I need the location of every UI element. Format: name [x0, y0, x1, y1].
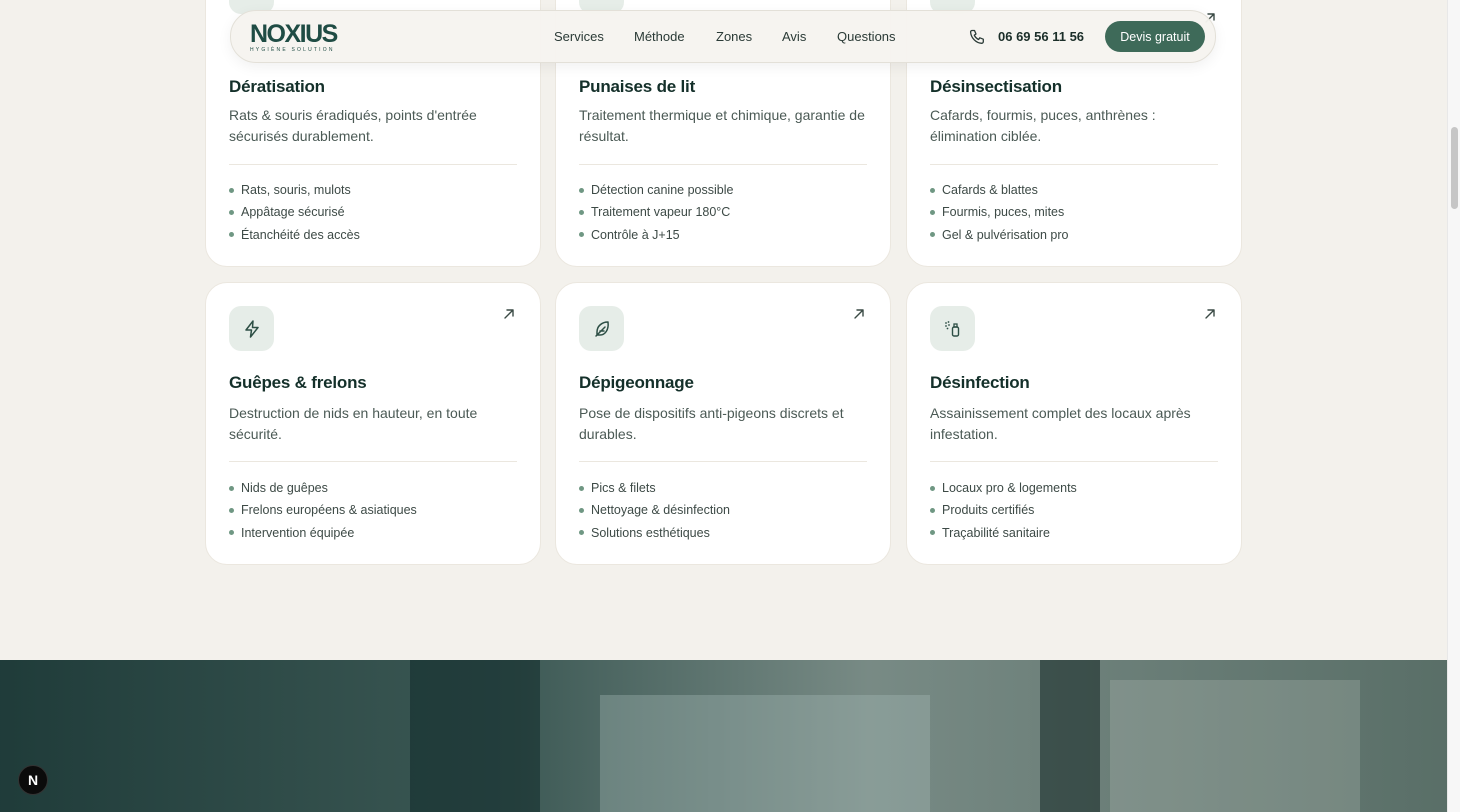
feature-item: Frelons européens & asiatiques	[229, 499, 417, 521]
feature-list: Cafards & blattes Fourmis, puces, mites …	[930, 179, 1068, 246]
nextjs-badge[interactable]: N	[18, 765, 48, 795]
card-title: Dépigeonnage	[579, 373, 694, 392]
feature-item: Cafards & blattes	[930, 179, 1068, 201]
feather-icon-glyph	[594, 320, 609, 337]
feature-item: Étanchéité des accès	[229, 224, 360, 246]
card-divider	[229, 461, 517, 462]
feature-item: Traçabilité sanitaire	[930, 522, 1077, 544]
arrow-up-right-icon[interactable]	[1203, 307, 1217, 321]
bullet-dot	[930, 232, 935, 238]
bullet-dot	[930, 209, 935, 215]
feature-item: Gel & pulvérisation pro	[930, 224, 1068, 246]
nav-link-questions[interactable]: Questions	[837, 29, 896, 44]
card-description: Rats & souris éradiqués, points d'entrée…	[229, 107, 477, 144]
bullet-dot	[579, 507, 584, 513]
feather-icon	[579, 306, 624, 351]
feature-item: Solutions esthétiques	[579, 522, 730, 544]
phone-number[interactable]: 06 69 56 11 56	[998, 29, 1084, 44]
scrollbar-thumb[interactable]	[1451, 127, 1458, 209]
bullet-dot	[579, 232, 584, 238]
logo-tagline: HYGIÈNE SOLUTION	[250, 47, 335, 53]
background-shape	[1040, 660, 1100, 812]
spray-can-icon	[930, 306, 975, 351]
feature-item: Pics & filets	[579, 477, 730, 499]
phone-icon[interactable]	[968, 28, 986, 46]
nav-link-services[interactable]: Services	[554, 29, 604, 44]
hero-image-section	[0, 660, 1447, 812]
bullet-dot	[229, 507, 234, 513]
logo[interactable]: NOXIUS HYGIÈNE SOLUTION	[250, 22, 360, 54]
feature-list: Rats, souris, mulots Appâtage sécurisé É…	[229, 179, 360, 246]
feature-item: Produits certifiés	[930, 499, 1077, 521]
feature-list: Détection canine possible Traitement vap…	[579, 179, 733, 246]
scrollbar[interactable]	[1447, 0, 1460, 812]
top-navigation: NOXIUS HYGIÈNE SOLUTION Services Méthode…	[230, 10, 1216, 63]
arrow-up-right-icon[interactable]	[502, 307, 516, 321]
nav-link-zones[interactable]: Zones	[716, 29, 752, 44]
card-title: Désinsectisation	[930, 77, 1062, 96]
feature-item: Fourmis, puces, mites	[930, 201, 1068, 223]
bullet-dot	[930, 485, 935, 491]
spray-can-icon-glyph	[944, 320, 959, 337]
bullet-dot	[930, 530, 935, 536]
feature-item: Nettoyage & désinfection	[579, 499, 730, 521]
feature-item: Appâtage sécurisé	[229, 201, 360, 223]
card-divider	[579, 461, 867, 462]
bullet-dot	[229, 187, 234, 193]
card-description: Assainissement complet des locaux après …	[930, 405, 1191, 442]
card-description: Destruction de nids en hauteur, en toute…	[229, 405, 478, 442]
feature-item: Détection canine possible	[579, 179, 733, 201]
card-description: Traitement thermique et chimique, garant…	[579, 107, 865, 144]
feature-item: Contrôle à J+15	[579, 224, 733, 246]
bullet-dot	[579, 187, 584, 193]
nav-link-avis[interactable]: Avis	[782, 29, 806, 44]
card-description: Cafards, fourmis, puces, anthrènes : éli…	[930, 107, 1156, 144]
feature-item: Nids de guêpes	[229, 477, 417, 499]
feature-item: Rats, souris, mulots	[229, 179, 360, 201]
card-title: Guêpes & frelons	[229, 373, 367, 392]
feature-list: Nids de guêpes Frelons européens & asiat…	[229, 477, 417, 544]
card-title: Punaises de lit	[579, 77, 696, 96]
zap-icon-glyph	[244, 319, 259, 338]
service-card-desinfection[interactable]: Désinfection Assainissement complet des …	[906, 282, 1242, 565]
bullet-dot	[229, 485, 234, 491]
background-shape	[410, 660, 540, 812]
nav-link-methode[interactable]: Méthode	[634, 29, 685, 44]
card-divider	[229, 164, 517, 165]
card-divider	[579, 164, 867, 165]
card-divider	[930, 461, 1218, 462]
service-card-guepes[interactable]: Guêpes & frelons Destruction de nids en …	[205, 282, 541, 565]
bullet-dot	[579, 485, 584, 491]
bullet-dot	[229, 530, 234, 536]
service-card-depigeonnage[interactable]: Dépigeonnage Pose de dispositifs anti-pi…	[555, 282, 891, 565]
page: Dératisation Rats & souris éradiqués, po…	[0, 0, 1447, 812]
card-title: Désinfection	[930, 373, 1030, 392]
bullet-dot	[579, 530, 584, 536]
feature-list: Locaux pro & logements Produits certifié…	[930, 477, 1077, 544]
free-quote-button[interactable]: Devis gratuit	[1105, 21, 1205, 52]
feature-item: Intervention équipée	[229, 522, 417, 544]
background-shape	[1110, 680, 1360, 812]
card-title: Dératisation	[229, 77, 325, 96]
bullet-dot	[229, 209, 234, 215]
logo-wordmark: NOXIUS	[250, 20, 338, 48]
bullet-dot	[930, 187, 935, 193]
feature-item: Locaux pro & logements	[930, 477, 1077, 499]
bullet-dot	[229, 232, 234, 238]
feature-list: Pics & filets Nettoyage & désinfection S…	[579, 477, 730, 544]
feature-item: Traitement vapeur 180°C	[579, 201, 733, 223]
card-description: Pose de dispositifs anti-pigeons discret…	[579, 405, 844, 442]
arrow-up-right-icon[interactable]	[852, 307, 866, 321]
card-divider	[930, 164, 1218, 165]
bullet-dot	[930, 507, 935, 513]
background-shape	[600, 695, 930, 812]
bullet-dot	[579, 209, 584, 215]
zap-icon	[229, 306, 274, 351]
